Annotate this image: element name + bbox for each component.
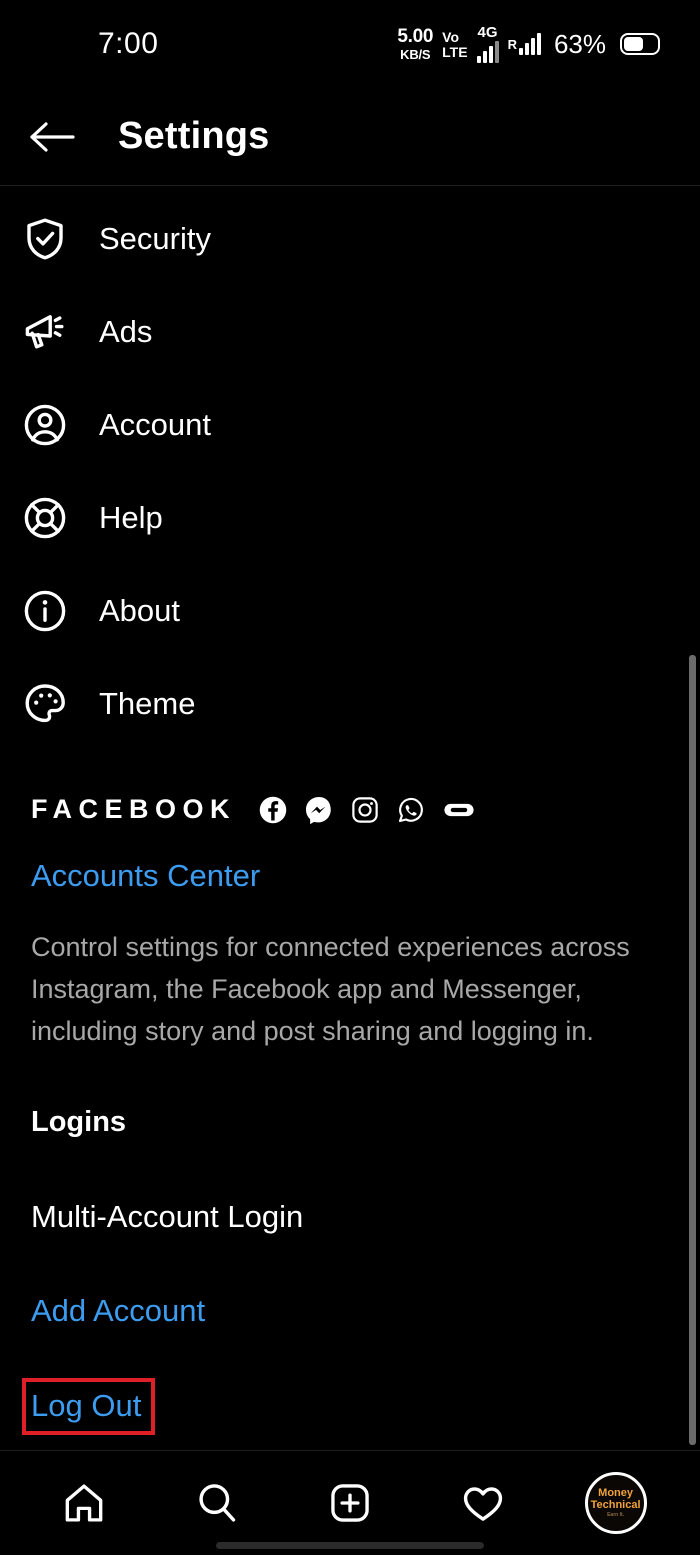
multi-account-login-item[interactable]: Multi-Account Login — [31, 1199, 303, 1235]
activity-heart-icon — [463, 1487, 502, 1521]
shield-check-icon — [0, 215, 90, 263]
signal-bars-icon — [476, 41, 499, 63]
battery-percent: 63% — [553, 28, 606, 59]
battery-icon — [620, 33, 660, 55]
avatar-line2: Technical — [590, 1498, 641, 1511]
accounts-center-link[interactable]: Accounts Center — [31, 858, 260, 894]
oculus-icon — [444, 803, 474, 816]
nav-add-post-button[interactable] — [308, 1461, 392, 1545]
home-indicator — [216, 1542, 484, 1549]
profile-avatar: Money Technical Earn It. — [584, 1472, 647, 1534]
life-ring-icon — [0, 494, 90, 542]
status-time: 7:00 — [98, 27, 159, 60]
network-speed-unit: KB/S — [400, 47, 431, 62]
volte-indicator: Vo LTE — [442, 30, 467, 59]
menu-label-about: About — [99, 592, 181, 628]
volte-line1: Vo — [442, 28, 460, 45]
palette-icon — [0, 680, 90, 728]
back-arrow-icon — [30, 121, 75, 152]
network-type-label: 4G — [477, 24, 498, 41]
instagram-icon — [352, 796, 378, 823]
phone-screen: 7:00 5.00 KB/S Vo LTE 4G R 63% Settings … — [0, 0, 700, 1555]
vertical-scrollbar[interactable] — [689, 655, 696, 1445]
menu-label-theme: Theme — [99, 685, 196, 721]
nav-activity-button[interactable] — [441, 1461, 525, 1545]
page-header: Settings — [0, 88, 700, 185]
home-icon — [66, 1484, 103, 1522]
signal-bars-icon-2 — [518, 33, 541, 55]
nav-search-button[interactable] — [175, 1461, 259, 1545]
roaming-label: R — [507, 36, 517, 52]
menu-label-help: Help — [99, 499, 163, 535]
log-out-link[interactable]: Log Out — [31, 1388, 141, 1424]
add-account-link[interactable]: Add Account — [31, 1293, 205, 1329]
facebook-icon — [259, 796, 287, 823]
menu-label-account: Account — [99, 406, 212, 442]
menu-item-ads[interactable]: Ads — [0, 285, 700, 378]
mobile-signal-secondary: R — [508, 33, 541, 55]
menu-label-ads: Ads — [99, 313, 153, 349]
whatsapp-icon — [398, 797, 423, 822]
mobile-signal-primary: 4G — [476, 24, 499, 63]
page-title: Settings — [118, 115, 270, 157]
facebook-app-icons — [258, 795, 476, 825]
back-button[interactable] — [10, 120, 94, 154]
menu-label-security: Security — [99, 220, 211, 256]
nav-home-button[interactable] — [42, 1461, 126, 1545]
menu-item-about[interactable]: About — [0, 564, 700, 657]
facebook-brand-row: FACEBOOK — [31, 794, 476, 825]
info-circle-icon — [0, 587, 90, 635]
avatar-line3: Earn It. — [607, 1512, 625, 1519]
add-post-icon — [331, 1484, 369, 1522]
network-speed-indicator: 5.00 KB/S — [397, 27, 433, 61]
nav-profile-button[interactable]: Money Technical Earn It. — [574, 1461, 658, 1545]
logins-section-heading: Logins — [31, 1106, 127, 1138]
menu-item-theme[interactable]: Theme — [0, 657, 700, 750]
person-circle-icon — [0, 401, 90, 449]
status-indicators: 5.00 KB/S Vo LTE 4G R 63% — [397, 25, 660, 63]
accounts-center-description: Control settings for connected experienc… — [31, 932, 630, 1046]
avatar-line1: Money — [598, 1486, 633, 1499]
status-bar: 7:00 5.00 KB/S Vo LTE 4G R 63% — [0, 0, 700, 88]
settings-content: Security Ads Account Help About Theme FA… — [0, 186, 700, 1450]
bottom-navigation-bar: Money Technical Earn It. — [0, 1451, 700, 1555]
megaphone-icon — [0, 308, 90, 356]
network-speed-value: 5.00 — [397, 26, 434, 47]
messenger-icon — [306, 796, 331, 824]
search-icon — [199, 1484, 236, 1522]
volte-line2: LTE — [442, 43, 468, 60]
menu-item-security[interactable]: Security — [0, 192, 700, 285]
menu-item-help[interactable]: Help — [0, 471, 700, 564]
facebook-brand-word: FACEBOOK — [31, 794, 237, 824]
menu-item-account[interactable]: Account — [0, 378, 700, 471]
